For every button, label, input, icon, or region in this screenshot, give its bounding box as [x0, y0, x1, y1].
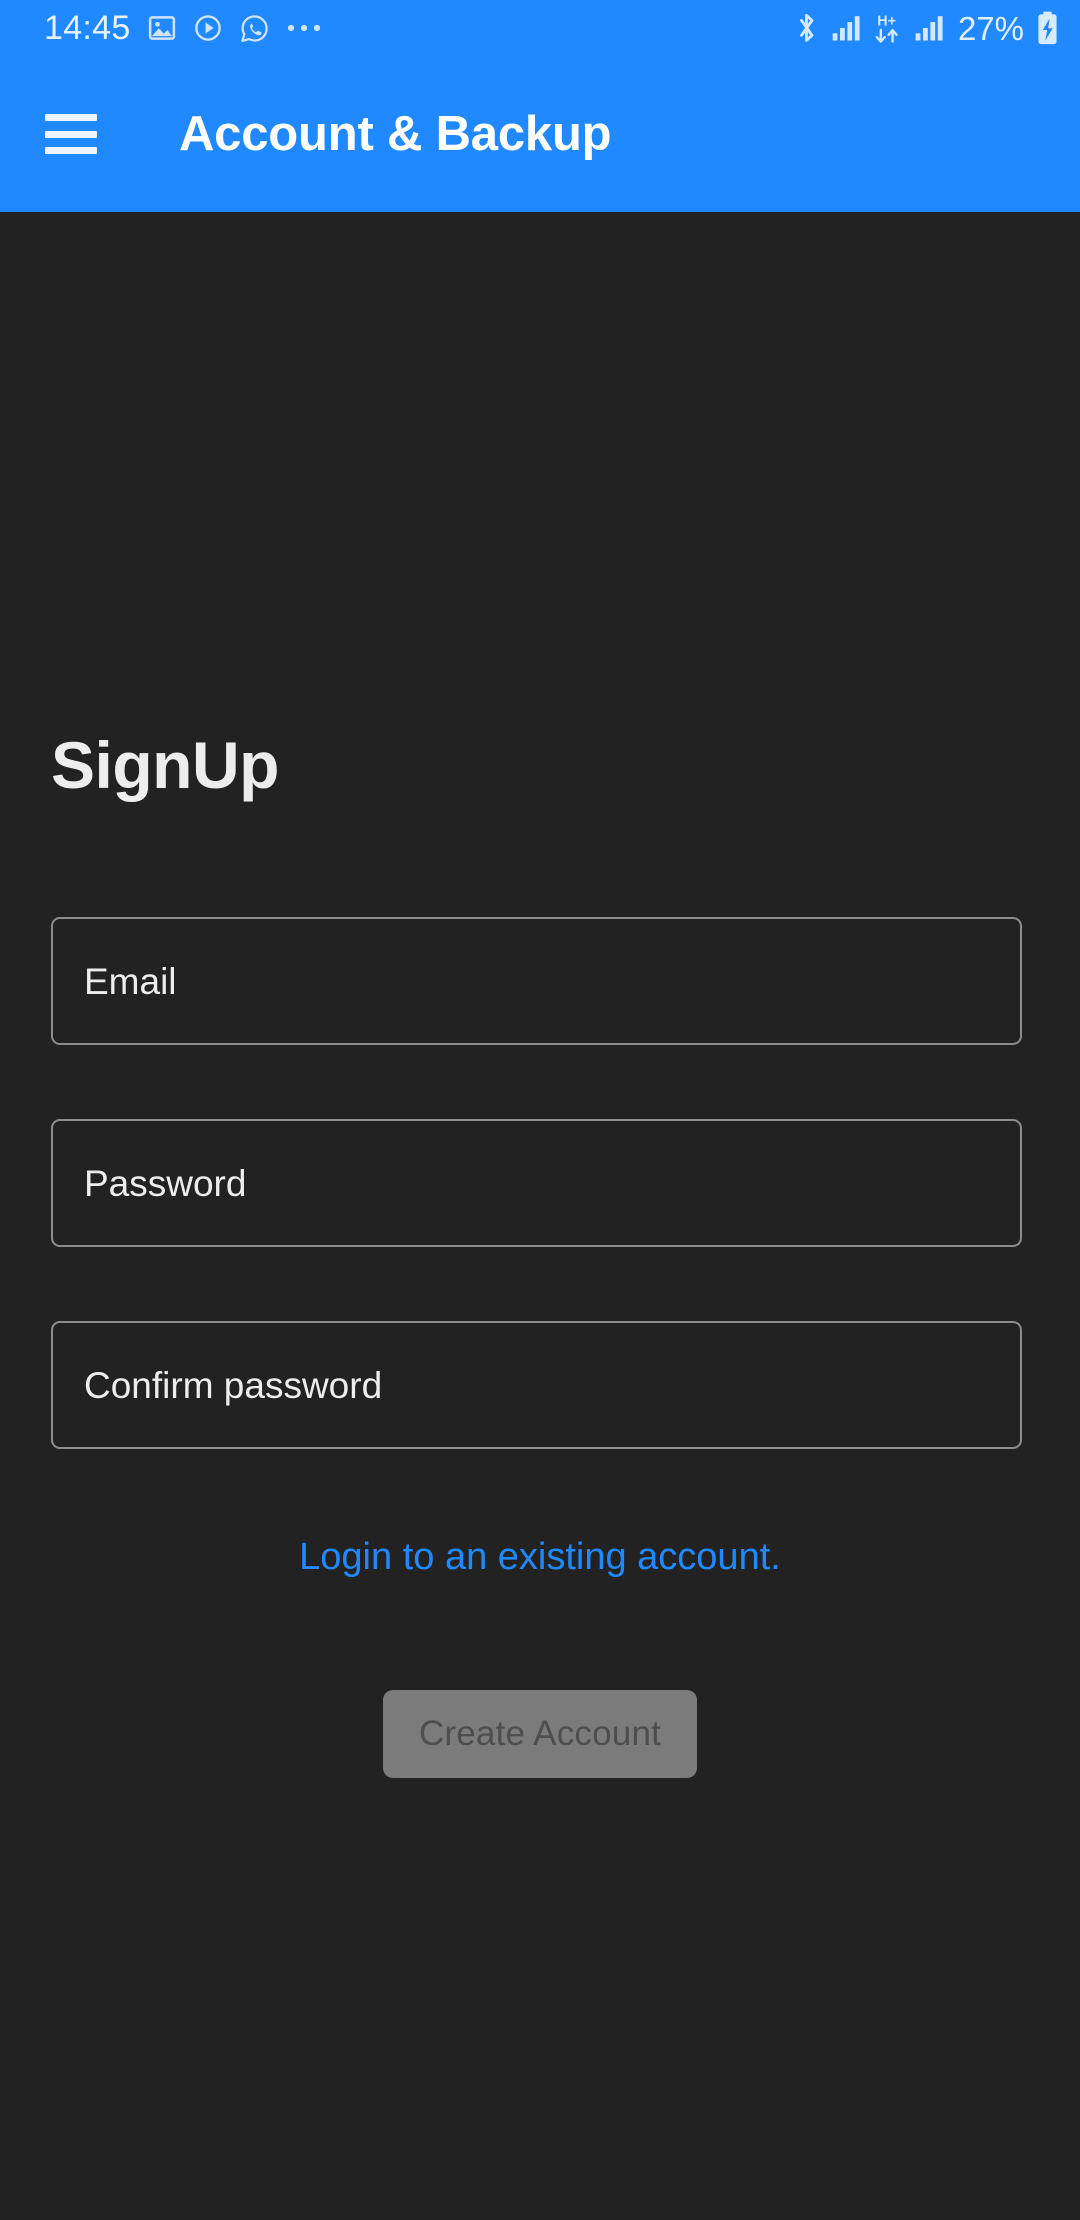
more-notifications-icon: [286, 22, 322, 34]
signup-screen: 14:45 H+ 27% Account & Backup SignUp Ema…: [0, 0, 1080, 2220]
hamburger-bar-1: [45, 114, 97, 121]
password-field[interactable]: Password: [51, 1119, 1022, 1247]
status-bar-left: 14:45: [44, 11, 322, 45]
login-existing-account-link[interactable]: Login to an existing account.: [0, 1538, 1080, 1576]
confirm-password-field-placeholder: Confirm password: [84, 1364, 383, 1406]
create-account-button[interactable]: Create Account: [382, 1690, 698, 1778]
status-bar-right: H+ 27%: [792, 11, 1060, 45]
hplus-data-icon: H+: [872, 11, 904, 45]
svg-text:H+: H+: [877, 13, 896, 29]
hamburger-menu-icon[interactable]: [45, 114, 97, 154]
photo-icon: [147, 13, 177, 43]
signup-content: SignUp Email Password Confirm password L…: [0, 212, 1080, 2220]
battery-percent-label: 27%: [957, 9, 1024, 47]
confirm-password-field[interactable]: Confirm password: [51, 1321, 1022, 1449]
signup-form: Email Password Confirm password: [51, 917, 1022, 1523]
email-field-placeholder: Email: [84, 960, 177, 1002]
signal-bars-icon-2: [915, 14, 944, 42]
battery-charging-icon: [1035, 11, 1060, 45]
email-field[interactable]: Email: [51, 917, 1022, 1045]
hamburger-bar-3: [45, 147, 97, 154]
password-field-placeholder: Password: [84, 1162, 247, 1204]
app-bar: Account & Backup: [0, 56, 1080, 212]
hamburger-bar-2: [45, 130, 97, 138]
create-account-button-container: Create Account: [0, 1690, 1080, 1778]
app-bar-title: Account & Backup: [179, 107, 612, 161]
play-circle-icon: [193, 13, 223, 43]
signal-bars-icon-1: [832, 14, 861, 42]
status-bar: 14:45 H+ 27%: [0, 0, 1080, 56]
bluetooth-icon: [792, 11, 821, 45]
whatsapp-icon: [239, 13, 270, 44]
page-title: SignUp: [51, 728, 279, 802]
status-clock: 14:45: [44, 9, 131, 47]
